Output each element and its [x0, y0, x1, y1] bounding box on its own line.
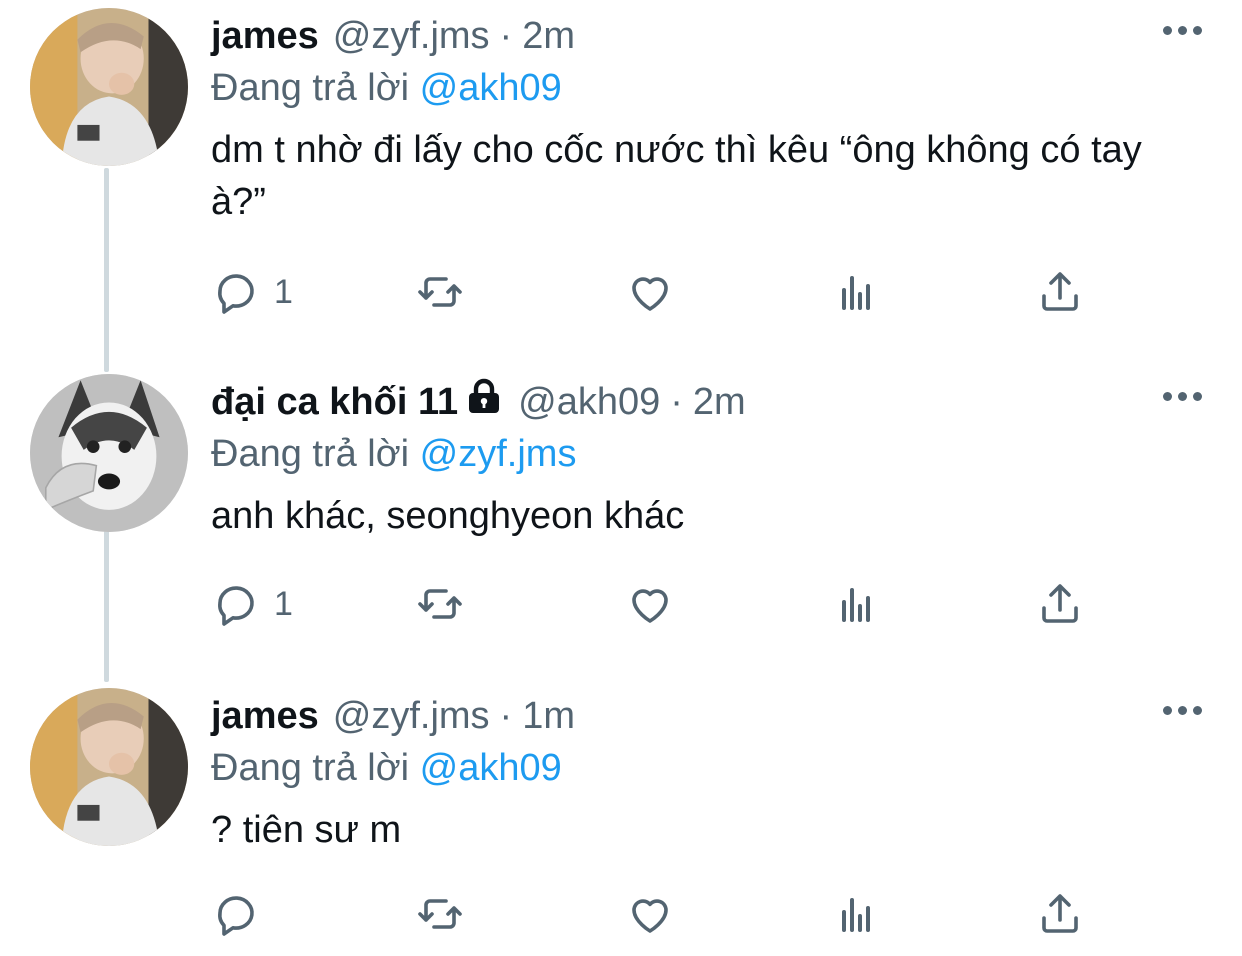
share-button[interactable] — [1036, 268, 1084, 316]
tweet-text: ? tiên sư m — [211, 809, 402, 851]
share-upload-icon — [1042, 272, 1078, 311]
views-button[interactable] — [832, 268, 880, 316]
display-name[interactable]: đại ca khối 11 — [211, 376, 458, 428]
reply-bubble-icon — [218, 586, 254, 626]
display-name[interactable]: james — [211, 10, 319, 62]
avatar-james[interactable] — [30, 8, 188, 166]
tweet-text: dm t nhờ đi lấy cho cốc nước thì kêu “ôn… — [211, 129, 1142, 223]
more-options-button[interactable] — [1163, 392, 1202, 401]
share-button[interactable] — [1036, 890, 1084, 938]
tweet-actions: 1 — [0, 268, 1242, 328]
reply-mention-link[interactable]: @akh09 — [420, 747, 562, 789]
reply-prefix: Đang trả lời — [211, 433, 410, 475]
reply-mention-link[interactable]: @akh09 — [420, 67, 562, 109]
tweet-timestamp[interactable]: 2m — [522, 10, 575, 62]
views-button[interactable] — [832, 890, 880, 938]
views-bar-chart-icon — [842, 588, 870, 622]
more-options-button[interactable] — [1163, 26, 1202, 35]
avatar-james[interactable] — [30, 688, 188, 846]
retweet-button[interactable] — [416, 268, 464, 316]
user-handle[interactable]: @zyf.jms — [333, 10, 490, 62]
replying-to: Đang trả lời @akh09 — [211, 742, 1191, 794]
tweet-header: james @zyf.jms · 1m — [211, 690, 1191, 742]
tweet-actions: 1 — [0, 580, 1242, 640]
reply-count: 1 — [274, 272, 293, 311]
more-dot — [1178, 392, 1187, 401]
reply-mention-link[interactable]: @zyf.jms — [420, 433, 577, 475]
share-upload-icon — [1042, 894, 1078, 933]
retweet-icon — [418, 277, 462, 307]
retweet-icon — [418, 589, 462, 619]
tweet-thread: james @zyf.jms · 2m Đang trả lời @akh09 … — [0, 0, 1242, 956]
display-name[interactable]: james — [211, 690, 319, 742]
reply-prefix: Đang trả lời — [211, 747, 410, 789]
views-bar-chart-icon — [842, 276, 870, 310]
share-upload-icon — [1042, 584, 1078, 623]
retweet-icon — [418, 899, 462, 929]
more-dots-icon — [1163, 392, 1172, 401]
more-dots-icon — [1163, 26, 1172, 35]
like-button[interactable] — [626, 890, 674, 938]
reply-bubble-icon — [218, 896, 254, 936]
user-handle[interactable]: @zyf.jms — [333, 690, 490, 742]
reply-prefix: Đang trả lời — [211, 67, 410, 109]
heart-icon — [632, 277, 668, 311]
avatar-photo-james — [30, 8, 188, 166]
tweet-timestamp[interactable]: 1m — [522, 690, 575, 742]
reply-button[interactable]: 1 — [212, 580, 293, 628]
avatar-photo-james — [30, 688, 188, 846]
tweet-header: james @zyf.jms · 2m — [211, 10, 1191, 62]
more-dot — [1193, 26, 1202, 35]
avatar-photo-husky — [30, 374, 188, 532]
lock-icon — [469, 378, 500, 413]
tweet-header: đại ca khối 11 @akh09 · 2m — [211, 376, 1191, 428]
views-button[interactable] — [832, 580, 880, 628]
heart-icon — [632, 589, 668, 623]
reply-bubble-icon — [218, 274, 254, 314]
tweet-timestamp[interactable]: 2m — [693, 376, 746, 428]
like-button[interactable] — [626, 268, 674, 316]
separator-dot: · — [499, 15, 513, 57]
tweet-content: james @zyf.jms · 2m Đang trả lời @akh09 … — [211, 10, 1191, 228]
retweet-button[interactable] — [416, 890, 464, 938]
tweet-text: anh khác, seonghyeon khác — [211, 495, 685, 537]
more-dots-icon — [1163, 706, 1172, 715]
more-dot — [1178, 26, 1187, 35]
more-dot — [1178, 706, 1187, 715]
tweet-content: james @zyf.jms · 1m Đang trả lời @akh09 … — [211, 690, 1191, 856]
avatar-akh09[interactable] — [30, 374, 188, 532]
separator-dot: · — [670, 381, 683, 423]
share-button[interactable] — [1036, 580, 1084, 628]
reply-button[interactable]: 1 — [212, 268, 293, 316]
tweet-actions — [0, 890, 1242, 950]
retweet-button[interactable] — [416, 580, 464, 628]
reply-button[interactable] — [212, 890, 274, 938]
like-button[interactable] — [626, 580, 674, 628]
more-options-button[interactable] — [1163, 706, 1202, 715]
user-handle[interactable]: @akh09 — [518, 376, 660, 428]
heart-icon — [632, 899, 668, 933]
replying-to: Đang trả lời @zyf.jms — [211, 428, 1191, 480]
separator-dot: · — [499, 695, 513, 737]
tweet-content: đại ca khối 11 @akh09 · 2m Đang trả lời … — [211, 376, 1191, 542]
views-bar-chart-icon — [842, 898, 870, 932]
more-dot — [1193, 392, 1202, 401]
more-dot — [1193, 706, 1202, 715]
reply-count: 1 — [274, 584, 293, 623]
replying-to: Đang trả lời @akh09 — [211, 62, 1191, 114]
